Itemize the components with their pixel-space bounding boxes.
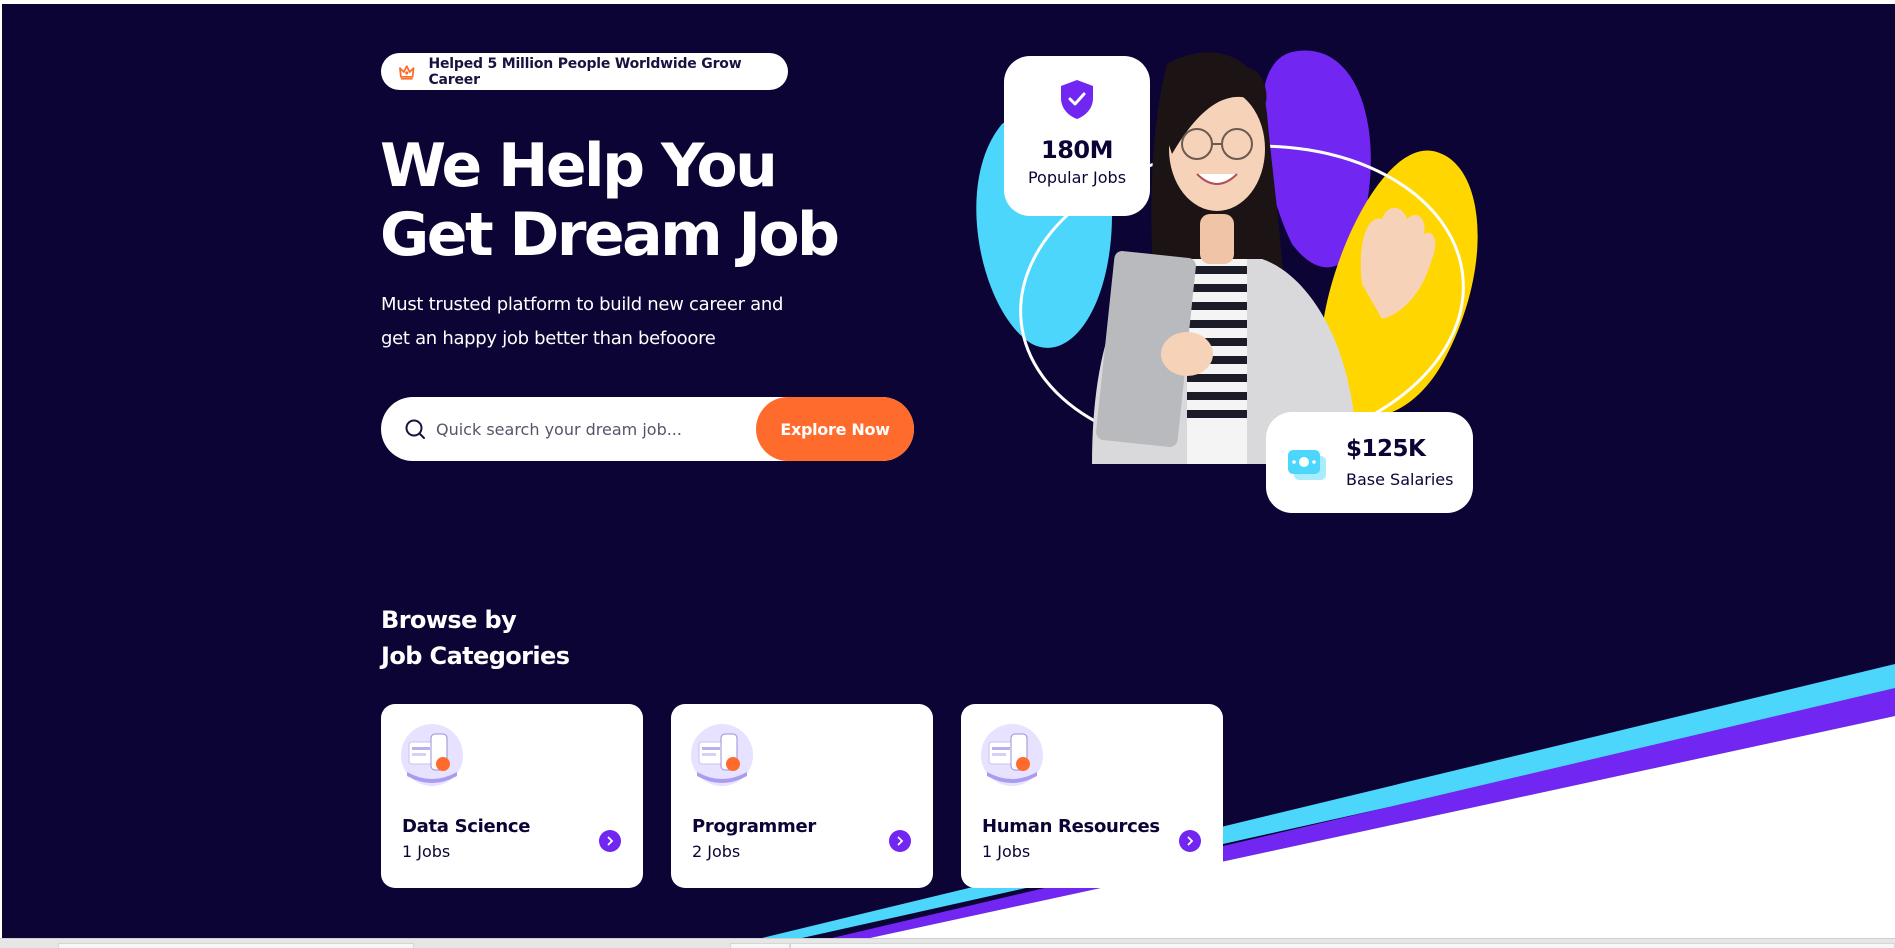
explore-now-button[interactable]: Explore Now bbox=[756, 397, 914, 461]
category-thumbnail-icon bbox=[401, 724, 463, 786]
category-go-button[interactable] bbox=[889, 830, 911, 852]
category-go-button[interactable] bbox=[1179, 830, 1201, 852]
category-count: 1 Jobs bbox=[982, 842, 1031, 861]
hero-badge: Helped 5 Million People Worldwide Grow C… bbox=[381, 53, 788, 90]
hero-subtitle-line1: Must trusted platform to build new caree… bbox=[381, 294, 784, 315]
shield-check-icon bbox=[1061, 80, 1093, 119]
category-count: 2 Jobs bbox=[692, 842, 741, 861]
decorative-stripes bbox=[762, 664, 1895, 938]
chevron-right-icon bbox=[1187, 836, 1194, 846]
hero-title-line1: We Help You bbox=[380, 131, 778, 201]
chevron-right-icon bbox=[607, 836, 614, 846]
stat-card-base-salaries: $125K Base Salaries bbox=[1266, 412, 1473, 513]
crown-icon bbox=[399, 64, 415, 80]
category-count: 1 Jobs bbox=[402, 842, 451, 861]
category-thumbnail-icon bbox=[691, 724, 753, 786]
category-card[interactable]: Human Resources 1 Jobs bbox=[961, 704, 1223, 888]
strip-segment bbox=[58, 943, 414, 948]
hero-section: Helped 5 Million People Worldwide Grow C… bbox=[2, 4, 1895, 938]
browse-title: Browse by Job Categories bbox=[381, 602, 681, 674]
badge-text: Helped 5 Million People Worldwide Grow C… bbox=[428, 55, 742, 88]
category-thumbnail-icon bbox=[981, 724, 1043, 786]
stat-jobs-label: Popular Jobs bbox=[1027, 168, 1127, 187]
category-card[interactable]: Data Science 1 Jobs bbox=[381, 704, 643, 888]
category-name: Programmer bbox=[692, 816, 816, 837]
hero-title-line2: Get Dream Job bbox=[380, 200, 840, 270]
strip-segment bbox=[730, 943, 790, 948]
search-icon bbox=[405, 419, 425, 439]
search-input[interactable] bbox=[436, 419, 756, 439]
search-bar: Explore Now bbox=[381, 397, 914, 461]
stat-salary-value: $125K bbox=[1346, 436, 1426, 462]
category-go-button[interactable] bbox=[599, 830, 621, 852]
category-card[interactable]: Programmer 2 Jobs bbox=[671, 704, 933, 888]
stat-salary-label: Base Salaries bbox=[1346, 470, 1454, 489]
browse-title-line2: Job Categories bbox=[381, 642, 570, 670]
category-name: Human Resources bbox=[982, 816, 1160, 837]
money-icon bbox=[1288, 450, 1326, 480]
stat-card-popular-jobs: 180M Popular Jobs bbox=[1004, 56, 1150, 216]
browser-bottom-strip bbox=[0, 938, 1895, 948]
strip-segment bbox=[790, 943, 1895, 948]
hero-title: We Help You Get Dream Job bbox=[380, 132, 900, 270]
chevron-right-icon bbox=[897, 836, 904, 846]
browse-title-line1: Browse by bbox=[381, 606, 517, 634]
hero-subtitle-line2: get an happy job better than befooore bbox=[381, 328, 716, 349]
hero-subtitle: Must trusted platform to build new caree… bbox=[381, 288, 851, 356]
stat-jobs-value: 180M bbox=[1041, 136, 1113, 164]
category-name: Data Science bbox=[402, 816, 531, 837]
